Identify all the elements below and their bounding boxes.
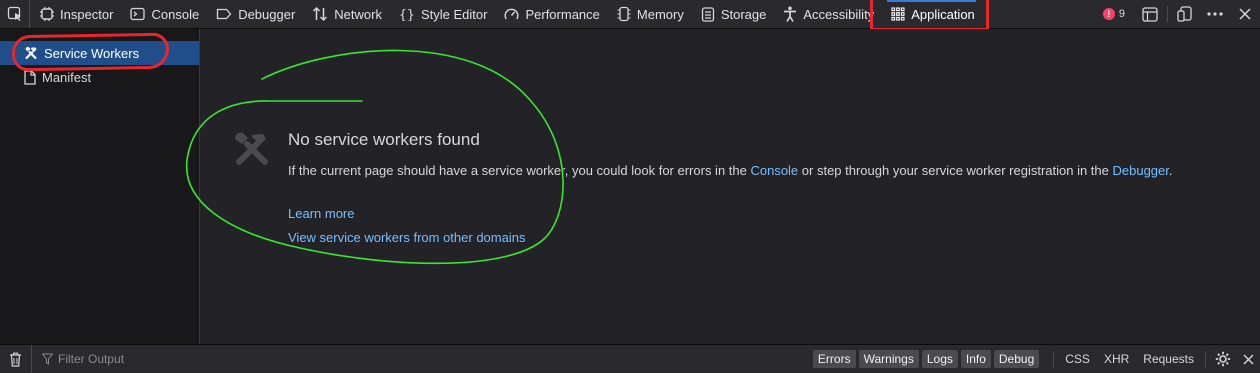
accessibility-icon <box>784 6 797 22</box>
network-icon <box>313 6 328 22</box>
tab-memory[interactable]: Memory <box>607 0 691 28</box>
sidebar-item-manifest[interactable]: Manifest <box>0 65 199 89</box>
sidebar-item-label: Manifest <box>42 69 92 85</box>
tab-label: Application <box>911 6 975 22</box>
page-title: No service workers found <box>288 130 480 149</box>
service-worker-hammer-wrench-icon <box>234 132 268 165</box>
tab-label: Console <box>151 6 200 22</box>
filter-xhr-button[interactable]: XHR <box>1104 352 1129 366</box>
filter-output-field[interactable]: Filter Output <box>32 352 810 366</box>
empty-state-description: If the current page should have a servic… <box>288 159 1188 182</box>
more-dots-icon <box>1207 12 1223 16</box>
close-icon <box>1243 354 1253 364</box>
split-console-icon <box>1142 6 1158 22</box>
description-text: . <box>1168 163 1173 178</box>
error-count-badge[interactable]: ! 9 <box>1102 8 1125 20</box>
file-icon <box>24 69 36 85</box>
learn-more-link[interactable]: Learn more <box>288 206 354 221</box>
console-filter-bar: Filter Output Errors Warnings Logs Info … <box>0 344 1260 373</box>
filter-css-button[interactable]: CSS <box>1065 352 1090 366</box>
tab-application[interactable]: Application <box>881 0 982 28</box>
dock-side-icon <box>1177 6 1192 22</box>
close-devtools-button[interactable] <box>1230 0 1260 28</box>
description-text: If the current page should have a servic… <box>288 163 751 178</box>
tab-label: Inspector <box>60 6 114 22</box>
tab-label: Accessibility <box>803 6 875 22</box>
element-picker-button[interactable] <box>0 0 30 28</box>
tab-debugger[interactable]: Debugger <box>206 0 302 28</box>
error-count: 9 <box>1118 8 1125 20</box>
console-link[interactable]: Console <box>750 163 798 178</box>
dock-options-button[interactable] <box>1170 0 1200 28</box>
trash-icon <box>10 352 21 367</box>
tab-style-editor[interactable]: {} Style Editor <box>389 0 494 28</box>
log-level-filters: Errors Warnings Logs Info Debug <box>810 350 1040 368</box>
debugger-link[interactable]: Debugger <box>1112 163 1168 178</box>
filter-errors-button[interactable]: Errors <box>812 350 856 368</box>
sidebar-item-label: Service Workers <box>44 45 140 61</box>
debugger-icon <box>217 8 232 20</box>
performance-icon <box>504 8 519 19</box>
close-split-console-button[interactable] <box>1236 345 1260 373</box>
error-icon: ! <box>1102 8 1115 20</box>
description-text: or step through your service worker regi… <box>798 163 1113 178</box>
tab-label: Storage <box>720 6 767 22</box>
tab-performance[interactable]: Performance <box>494 0 606 28</box>
filter-placeholder: Filter Output <box>58 352 125 366</box>
tab-accessibility[interactable]: Accessibility <box>773 0 881 28</box>
tab-label: Style Editor <box>420 6 488 22</box>
filter-warnings-button[interactable]: Warnings <box>858 350 919 368</box>
filter-logs-button[interactable]: Logs <box>921 350 958 368</box>
filter-requests-button[interactable]: Requests <box>1143 352 1194 366</box>
style-editor-icon: {} <box>399 8 415 21</box>
tab-label: Performance <box>525 6 600 22</box>
svg-text:{}: {} <box>399 8 415 21</box>
filter-debug-button[interactable]: Debug <box>993 350 1040 368</box>
sidebar-item-service-workers[interactable]: Service Workers <box>0 41 199 65</box>
tab-network[interactable]: Network <box>302 0 389 28</box>
element-picker-icon <box>7 6 21 21</box>
storage-icon <box>701 6 714 22</box>
view-other-domains-link[interactable]: View service workers from other domains <box>288 230 525 245</box>
more-options-button[interactable] <box>1200 0 1230 28</box>
toolbar-right: ! 9 <box>1102 0 1260 28</box>
application-sidebar: Service Workers Manifest <box>0 29 200 344</box>
tab-label: Debugger <box>238 6 296 22</box>
devtools-toolbar: Inspector Console Debugger Network {} St… <box>0 0 1260 31</box>
tab-inspector[interactable]: Inspector <box>30 0 120 28</box>
memory-icon <box>617 6 631 22</box>
filter-divider <box>1205 351 1206 367</box>
console-icon <box>130 7 146 21</box>
filter-divider <box>1053 351 1055 367</box>
tab-label: Network <box>334 6 382 22</box>
clear-console-button[interactable] <box>0 345 32 373</box>
application-icon <box>891 7 905 21</box>
console-settings-button[interactable] <box>1210 345 1236 373</box>
service-workers-panel: No service workers found If the current … <box>201 29 1260 344</box>
toolbar-divider <box>1167 6 1168 22</box>
hammer-wrench-icon <box>25 46 37 60</box>
close-icon <box>1239 8 1251 20</box>
split-console-button[interactable] <box>1135 0 1165 28</box>
gear-icon <box>1215 351 1231 367</box>
tab-label: Memory <box>636 6 684 22</box>
tab-console[interactable]: Console <box>120 0 206 28</box>
filter-info-button[interactable]: Info <box>960 350 991 368</box>
tab-storage[interactable]: Storage <box>691 0 774 28</box>
inspector-icon <box>40 7 54 21</box>
filter-icon <box>42 353 53 365</box>
